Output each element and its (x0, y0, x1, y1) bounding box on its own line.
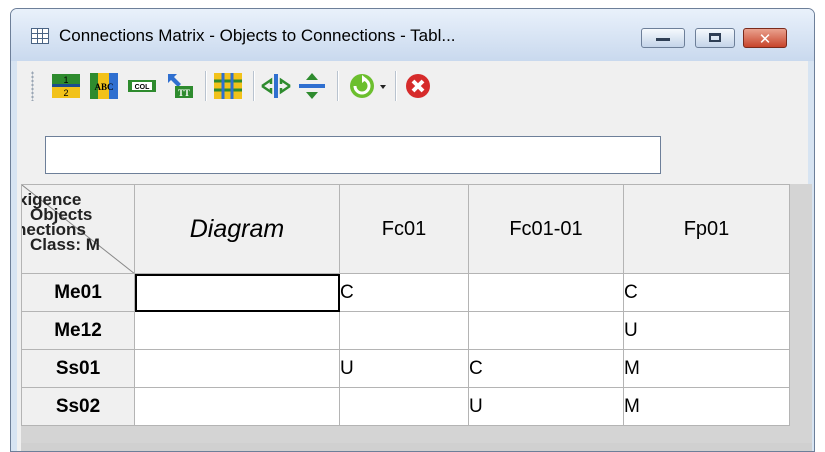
column-header-fc01-01[interactable]: Fc01-01 (468, 184, 624, 274)
table-icon (31, 28, 49, 44)
window-body: 1 2 ABC COL TT xigence Objects nections … (17, 61, 812, 451)
horizontal-scrollbar[interactable] (21, 443, 812, 451)
matrix-cell[interactable] (339, 387, 469, 426)
matrix-cell[interactable]: M (623, 349, 790, 388)
toolbar-separator (337, 71, 339, 101)
toolbar-separator (205, 71, 207, 101)
numbering-top-text: 1 (63, 75, 68, 85)
table-row: Me01 C C (21, 273, 790, 312)
minimize-button[interactable] (641, 28, 685, 48)
close-icon: ✕ (758, 30, 772, 48)
matrix-cell[interactable] (134, 311, 340, 350)
column-header-fp01[interactable]: Fp01 (623, 184, 790, 274)
column-header-diagram[interactable]: Diagram (134, 184, 340, 274)
col-text: COL (135, 84, 151, 91)
matrix-cell[interactable] (468, 311, 624, 350)
column-header-fc01[interactable]: Fc01 (339, 184, 469, 274)
toolbar-grip[interactable] (31, 71, 34, 101)
refresh-icon[interactable] (347, 72, 377, 100)
matrix-cell[interactable]: C (339, 273, 469, 312)
matrix-cell[interactable] (468, 273, 624, 312)
numbering-icon[interactable]: 1 2 (51, 72, 81, 100)
matrix-cell[interactable] (339, 311, 469, 350)
matrix-cell[interactable]: U (623, 311, 790, 350)
row-header-me12[interactable]: Me12 (21, 311, 135, 350)
numbering-bottom-text: 2 (63, 88, 68, 98)
matrix-cell[interactable]: U (468, 387, 624, 426)
fit-rows-icon[interactable] (297, 72, 327, 100)
maximize-icon (709, 33, 721, 42)
matrix-cell[interactable]: C (623, 273, 790, 312)
abc-text: ABC (94, 82, 113, 92)
row-header-me01[interactable]: Me01 (21, 273, 135, 312)
title-bar[interactable]: Connections Matrix - Objects to Connecti… (11, 9, 814, 61)
matrix-cell[interactable]: M (623, 387, 790, 426)
matrix-table: xigence Objects nections Class: M Diagra… (21, 184, 790, 426)
corner-label: Class: M (30, 235, 100, 254)
chevron-down-icon[interactable] (377, 72, 389, 100)
table-row: Ss02 U M (21, 387, 790, 426)
grid-icon[interactable] (213, 72, 243, 100)
maximize-button[interactable] (695, 28, 735, 48)
row-header-ss02[interactable]: Ss02 (21, 387, 135, 426)
matrix-cell[interactable] (134, 387, 340, 426)
corner-header[interactable]: xigence Objects nections Class: M (21, 184, 135, 274)
minimize-icon (656, 38, 670, 41)
fit-columns-icon[interactable] (261, 72, 291, 100)
matrix-cell[interactable] (134, 273, 340, 312)
sort-icon[interactable]: TT (165, 72, 195, 100)
toolbar-separator (395, 71, 397, 101)
matrix-grid: xigence Objects nections Class: M Diagra… (21, 184, 812, 443)
toolbar: 1 2 ABC COL TT (17, 61, 808, 113)
close-button[interactable]: ✕ (743, 28, 787, 48)
formula-input[interactable] (45, 136, 661, 174)
matrix-window: Connections Matrix - Objects to Connecti… (10, 8, 815, 452)
matrix-cell[interactable]: C (468, 349, 624, 388)
row-header-ss01[interactable]: Ss01 (21, 349, 135, 388)
column-icon[interactable]: COL (127, 72, 157, 100)
toolbar-separator (253, 71, 255, 101)
window-title: Connections Matrix - Objects to Connecti… (59, 26, 456, 45)
tt-text: TT (178, 88, 190, 98)
delete-icon[interactable] (403, 72, 433, 100)
matrix-cell[interactable]: U (339, 349, 469, 388)
matrix-cell[interactable] (134, 349, 340, 388)
table-row: Me12 U (21, 311, 790, 350)
abc-color-icon[interactable]: ABC (89, 72, 119, 100)
table-row: Ss01 U C M (21, 349, 790, 388)
